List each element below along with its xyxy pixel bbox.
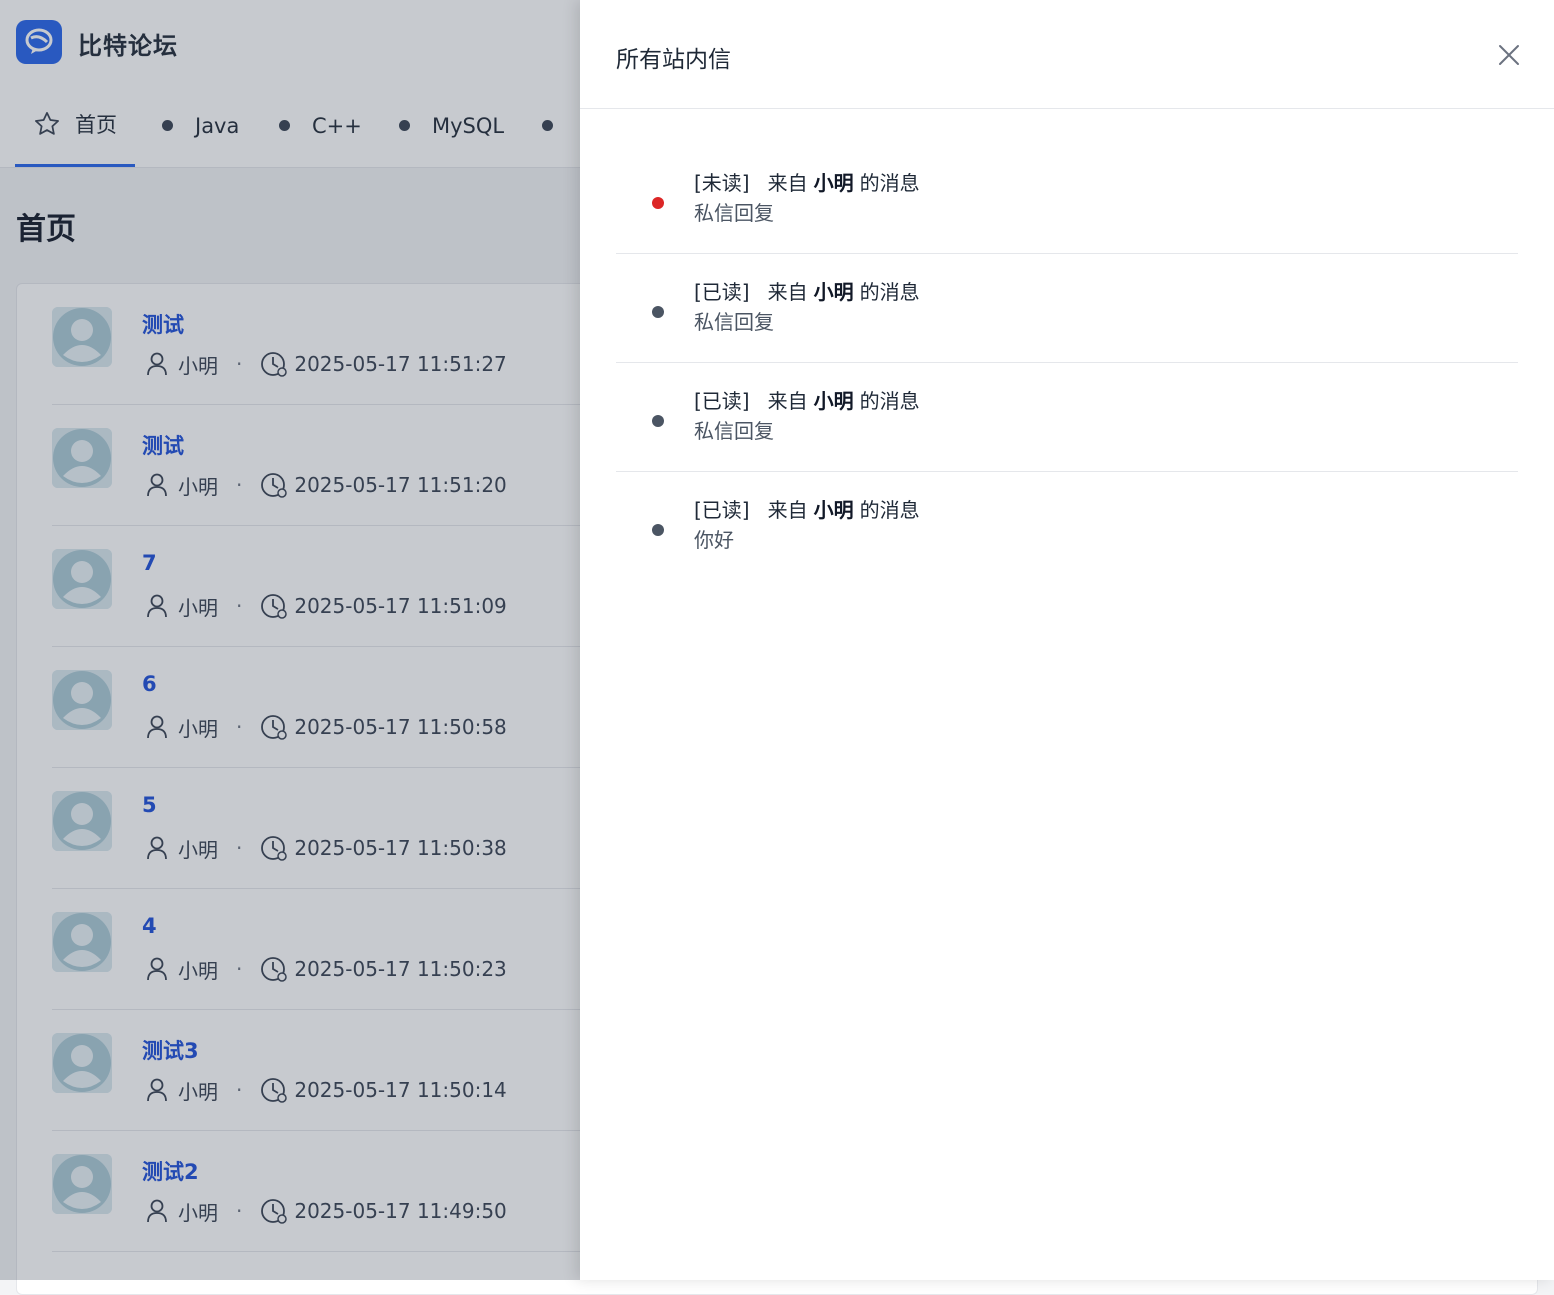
drawer-title: 所有站内信 [616,47,731,73]
message-header: [已读] 来自 小明 的消息 [694,494,920,523]
message-status: [已读] [694,498,750,522]
message-content: 私信回复 [694,201,774,225]
close-icon[interactable] [1494,40,1524,70]
message-header: [已读] 来自 小明 的消息 [694,276,920,305]
message-prefix: 来自 [767,280,808,304]
message-sender[interactable]: 小明 [814,280,854,304]
message-suffix: 的消息 [859,171,920,195]
message-sender[interactable]: 小明 [814,389,854,413]
message-prefix: 来自 [767,171,808,195]
read-dot-icon [652,415,664,427]
read-dot-icon [652,306,664,318]
message-content: 私信回复 [694,419,774,443]
message-header: [未读] 来自 小明 的消息 [694,167,920,196]
message-item[interactable]: [已读] 来自 小明 的消息 私信回复 [616,363,1518,472]
message-header: [已读] 来自 小明 的消息 [694,385,920,414]
message-status: [已读] [694,280,750,304]
message-status: [未读] [694,171,750,195]
message-prefix: 来自 [767,389,808,413]
drawer-header: 所有站内信 [580,0,1554,109]
message-suffix: 的消息 [859,389,920,413]
message-item[interactable]: [未读] 来自 小明 的消息 私信回复 [616,145,1518,254]
message-suffix: 的消息 [859,280,920,304]
message-content: 私信回复 [694,310,774,334]
unread-dot-icon [652,197,664,209]
message-prefix: 来自 [767,498,808,522]
message-sender[interactable]: 小明 [814,498,854,522]
message-content: 你好 [694,528,734,552]
message-item[interactable]: [已读] 来自 小明 的消息 私信回复 [616,254,1518,363]
message-sender[interactable]: 小明 [814,171,854,195]
message-item[interactable]: [已读] 来自 小明 的消息 你好 [616,472,1518,580]
messages-drawer: 所有站内信 [未读] 来自 小明 的消息 私信回复 [已读] 来自 小明 的消息 私信回复 … [580,0,1554,1280]
message-suffix: 的消息 [859,498,920,522]
message-status: [已读] [694,389,750,413]
read-dot-icon [652,524,664,536]
